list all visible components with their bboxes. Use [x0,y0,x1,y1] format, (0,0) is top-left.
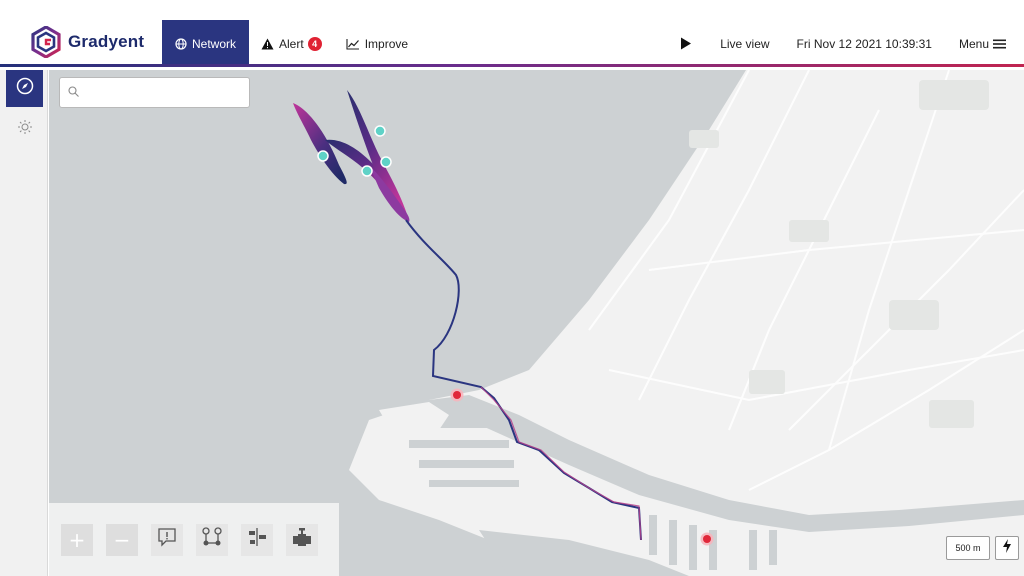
left-sidebar [0,70,48,576]
layers-align-button[interactable] [241,523,273,556]
tab-network[interactable]: Network [162,20,249,67]
route-nodes-button[interactable] [196,523,228,556]
map-canvas [49,70,1024,576]
hamburger-icon [993,39,1006,49]
current-datetime: Fri Nov 12 2021 10:39:31 [796,36,932,51]
zoom-in-icon: + [68,527,86,552]
header-right-tools: Live view Fri Nov 12 2021 10:39:31 Menu [680,20,1006,67]
map-search-box[interactable] [59,77,250,108]
network-map[interactable] [49,70,1024,576]
valve-button[interactable] [286,523,318,556]
alert-message-icon [157,527,177,552]
compass-icon [16,77,34,100]
zoom-in-button[interactable]: + [61,523,93,556]
map-scale: 500 m [946,536,990,560]
alert-count-badge: 4 [307,36,322,51]
search-input[interactable] [85,85,245,100]
search-icon [68,84,79,102]
layers-align-icon [246,526,268,553]
node-teal [380,156,392,168]
node-red-alert [453,391,461,399]
tab-improve[interactable]: Improve [334,20,420,67]
play-icon[interactable] [680,37,694,51]
map-toolbar: + − [49,503,339,576]
globe-icon [175,37,187,50]
live-view-button[interactable]: Live view [720,37,769,51]
tab-network-label: Network [191,36,236,51]
menu-button[interactable]: Menu [959,37,1006,51]
zoom-out-icon: − [113,527,131,552]
zoom-out-button[interactable]: − [106,523,138,556]
node-red-alert [703,535,711,543]
sidebar-item-weather[interactable] [6,111,43,148]
menu-label: Menu [958,36,989,51]
main-nav: Network Alert 4 Improve [162,20,420,67]
top-navigation-bar: Gradyent Network Alert 4 Improve Live vi… [0,0,1024,67]
sidebar-item-navigation[interactable] [6,70,43,107]
node-teal [317,150,329,162]
gradyent-logo-icon [30,25,62,59]
north-arrow-button[interactable] [995,536,1019,560]
brand[interactable]: Gradyent [30,24,144,60]
green-areas [689,80,989,428]
valve-icon [291,526,313,553]
alert-message-button[interactable] [151,523,183,556]
tab-improve-label: Improve [364,36,409,51]
sea-area [49,70,746,576]
brand-name: Gradyent [68,32,145,51]
route-nodes-icon [201,526,223,553]
north-arrow-icon [1002,538,1012,558]
tab-alert-label: Alert [279,36,304,51]
trend-chart-icon [346,38,360,50]
node-teal [361,165,373,177]
app-window: Gradyent Network Alert 4 Improve Live vi… [0,0,1024,576]
warning-icon [261,38,274,50]
node-teal [374,125,386,137]
sun-icon [17,119,33,140]
tab-alert[interactable]: Alert 4 [249,20,334,67]
